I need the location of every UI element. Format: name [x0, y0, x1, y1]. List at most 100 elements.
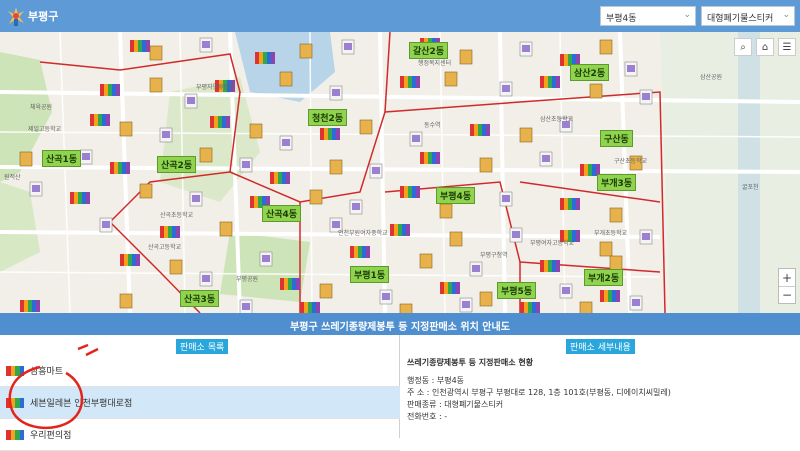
store-marker[interactable]: [110, 162, 130, 174]
store-marker[interactable]: [210, 116, 230, 128]
store-marker[interactable]: [169, 259, 183, 275]
store-marker[interactable]: [199, 37, 213, 53]
dong-label[interactable]: 부개2동: [584, 269, 624, 286]
store-marker[interactable]: [184, 93, 198, 109]
store-marker[interactable]: [479, 291, 493, 307]
store-marker[interactable]: [629, 295, 643, 311]
store-marker[interactable]: [239, 157, 253, 173]
store-marker[interactable]: [559, 283, 573, 299]
dong-label[interactable]: 산곡2동: [157, 156, 197, 173]
store-marker[interactable]: [79, 149, 93, 165]
store-marker[interactable]: [469, 261, 483, 277]
store-marker[interactable]: [90, 114, 110, 126]
store-marker[interactable]: [329, 159, 343, 175]
store-marker[interactable]: [149, 77, 163, 93]
store-marker[interactable]: [350, 246, 370, 258]
store-marker[interactable]: [459, 49, 473, 65]
store-marker[interactable]: [459, 297, 473, 313]
store-marker[interactable]: [519, 41, 533, 57]
home-icon[interactable]: ⌂: [756, 38, 774, 56]
store-marker[interactable]: [400, 76, 420, 88]
store-marker[interactable]: [379, 289, 393, 305]
store-marker[interactable]: [279, 71, 293, 87]
store-marker[interactable]: [189, 191, 203, 207]
dong-label[interactable]: 부평1동: [350, 266, 390, 283]
store-marker[interactable]: [639, 89, 653, 105]
zoom-in-button[interactable]: +: [779, 269, 795, 286]
dong-label[interactable]: 구산동: [600, 130, 633, 147]
store-marker[interactable]: [139, 183, 153, 199]
store-marker[interactable]: [519, 127, 533, 143]
store-marker[interactable]: [130, 40, 150, 52]
store-marker[interactable]: [299, 43, 313, 59]
store-marker[interactable]: [70, 192, 90, 204]
dong-label[interactable]: 산곡3동: [180, 290, 220, 307]
dong-label[interactable]: 갈산2동: [409, 42, 449, 59]
dong-label[interactable]: 부평4동: [436, 187, 476, 204]
store-marker[interactable]: [249, 123, 263, 139]
store-marker[interactable]: [119, 293, 133, 309]
store-marker[interactable]: [624, 61, 638, 77]
store-marker[interactable]: [29, 181, 43, 197]
store-marker[interactable]: [279, 135, 293, 151]
store-marker[interactable]: [149, 45, 163, 61]
store-marker[interactable]: [100, 84, 120, 96]
store-marker[interactable]: [449, 231, 463, 247]
store-marker[interactable]: [420, 152, 440, 164]
store-marker[interactable]: [479, 157, 493, 173]
store-marker[interactable]: [499, 191, 513, 207]
store-marker[interactable]: [159, 127, 173, 143]
store-marker[interactable]: [599, 39, 613, 55]
store-marker[interactable]: [540, 260, 560, 272]
store-marker[interactable]: [579, 301, 593, 313]
store-marker[interactable]: [19, 151, 33, 167]
zoom-out-button[interactable]: −: [779, 286, 795, 303]
dong-label[interactable]: 삼산2동: [570, 64, 610, 81]
search-icon[interactable]: ⌕: [734, 38, 752, 56]
store-marker[interactable]: [280, 278, 300, 290]
store-marker[interactable]: [609, 255, 623, 271]
store-marker[interactable]: [589, 83, 603, 99]
dong-label[interactable]: 산곡4동: [262, 205, 302, 222]
store-marker[interactable]: [369, 163, 383, 179]
store-marker[interactable]: [600, 290, 620, 302]
store-marker[interactable]: [300, 302, 320, 313]
store-marker[interactable]: [320, 128, 340, 140]
store-marker[interactable]: [20, 300, 40, 312]
store-marker[interactable]: [119, 121, 133, 137]
store-marker[interactable]: [419, 253, 433, 269]
store-marker[interactable]: [409, 131, 423, 147]
store-marker[interactable]: [199, 147, 213, 163]
store-marker[interactable]: [255, 52, 275, 64]
layers-icon[interactable]: ☰: [778, 38, 796, 56]
store-marker[interactable]: [440, 282, 460, 294]
store-marker[interactable]: [219, 221, 233, 237]
bupyeong-logo[interactable]: 부평구: [6, 4, 58, 28]
store-marker[interactable]: [540, 76, 560, 88]
store-marker[interactable]: [400, 186, 420, 198]
type-select[interactable]: 대형폐기물스티커 ⌄: [701, 6, 795, 26]
store-marker[interactable]: [470, 124, 490, 136]
store-marker[interactable]: [399, 303, 413, 313]
dong-label[interactable]: 산곡1동: [42, 150, 82, 167]
store-marker[interactable]: [270, 172, 290, 184]
store-marker[interactable]: [349, 199, 363, 215]
store-marker[interactable]: [439, 203, 453, 219]
store-marker[interactable]: [520, 302, 540, 313]
store-marker[interactable]: [120, 254, 140, 266]
store-marker[interactable]: [599, 241, 613, 257]
dong-label[interactable]: 부개3동: [597, 174, 637, 191]
store-marker[interactable]: [509, 227, 523, 243]
store-marker[interactable]: [99, 217, 113, 233]
dong-label[interactable]: 청천2동: [308, 109, 348, 126]
store-marker[interactable]: [319, 283, 333, 299]
store-marker[interactable]: [160, 226, 180, 238]
store-marker[interactable]: [539, 151, 553, 167]
store-marker[interactable]: [329, 85, 343, 101]
store-marker[interactable]: [359, 119, 373, 135]
map-view[interactable]: 갈산2동 삼산2동 청천2동 산곡1동 산곡2동 산곡4동 구산동 부평4동 부…: [0, 32, 800, 313]
store-marker[interactable]: [444, 71, 458, 87]
store-marker[interactable]: [309, 189, 323, 205]
store-marker[interactable]: [341, 39, 355, 55]
store-marker[interactable]: [639, 229, 653, 245]
